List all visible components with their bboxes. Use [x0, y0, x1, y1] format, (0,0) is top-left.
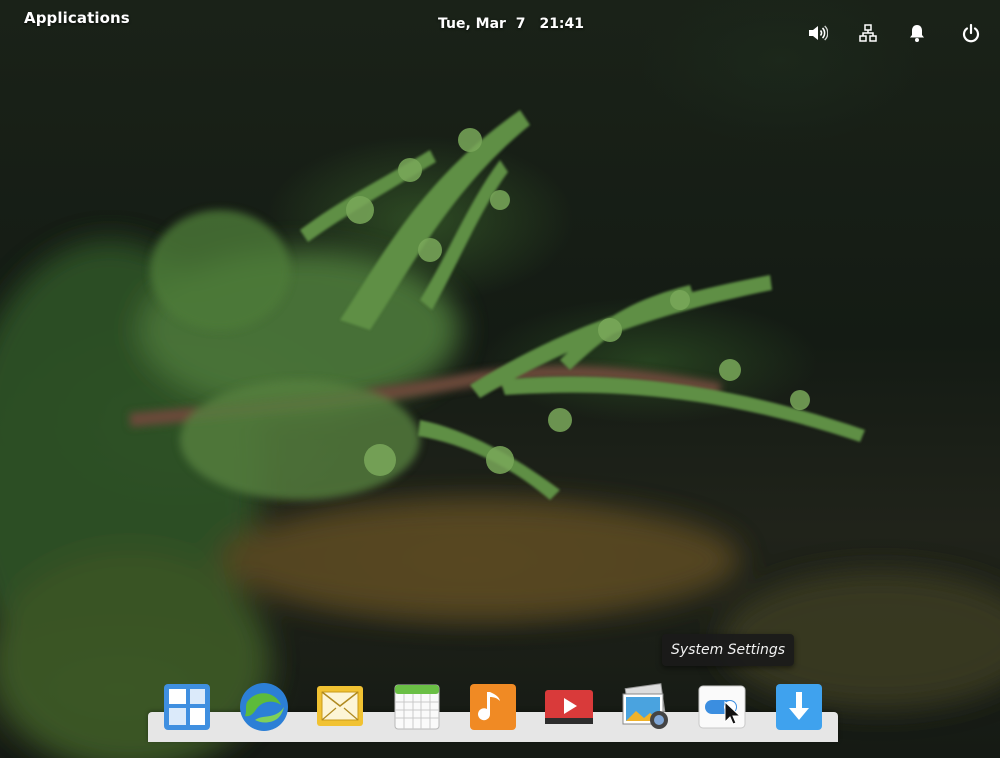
videos-icon [545, 690, 593, 724]
browser-icon [240, 683, 288, 731]
volume-icon[interactable] [806, 22, 829, 44]
wallpaper [0, 110, 1000, 758]
date-time-indicator[interactable]: Tue, Mar 7 21:41 [438, 16, 584, 32]
time-label: 21:41 [539, 16, 585, 32]
dock-item-system-settings[interactable] [695, 680, 749, 734]
multitasking-icon [164, 684, 210, 730]
desktop: Applications Tue, Mar 7 21:41 System Sett… [0, 0, 1000, 758]
dock-item-multitasking-view[interactable] [160, 680, 214, 734]
dock-item-photos[interactable] [619, 680, 673, 734]
calendar-icon [394, 684, 440, 730]
dock-item-appcenter[interactable] [772, 680, 826, 734]
top-panel: Applications Tue, Mar 7 21:41 [0, 0, 1000, 43]
dock-tooltip: System Settings [662, 634, 795, 666]
dock-item-videos[interactable] [542, 680, 596, 734]
music-icon [470, 684, 516, 730]
settings-icon [698, 685, 746, 729]
date-label: Tue, Mar 7 [438, 16, 526, 32]
dock-item-mail[interactable] [313, 680, 367, 734]
dock-item-web-browser[interactable] [237, 680, 291, 734]
applications-menu[interactable]: Applications [24, 9, 130, 27]
mail-icon [317, 686, 363, 726]
dock-item-music[interactable] [466, 680, 520, 734]
power-icon[interactable] [960, 22, 982, 44]
photos-icon [622, 683, 668, 729]
dock-item-calendar[interactable] [390, 680, 444, 734]
notifications-icon[interactable] [906, 22, 928, 44]
download-icon [776, 684, 822, 730]
network-icon[interactable] [857, 22, 879, 44]
